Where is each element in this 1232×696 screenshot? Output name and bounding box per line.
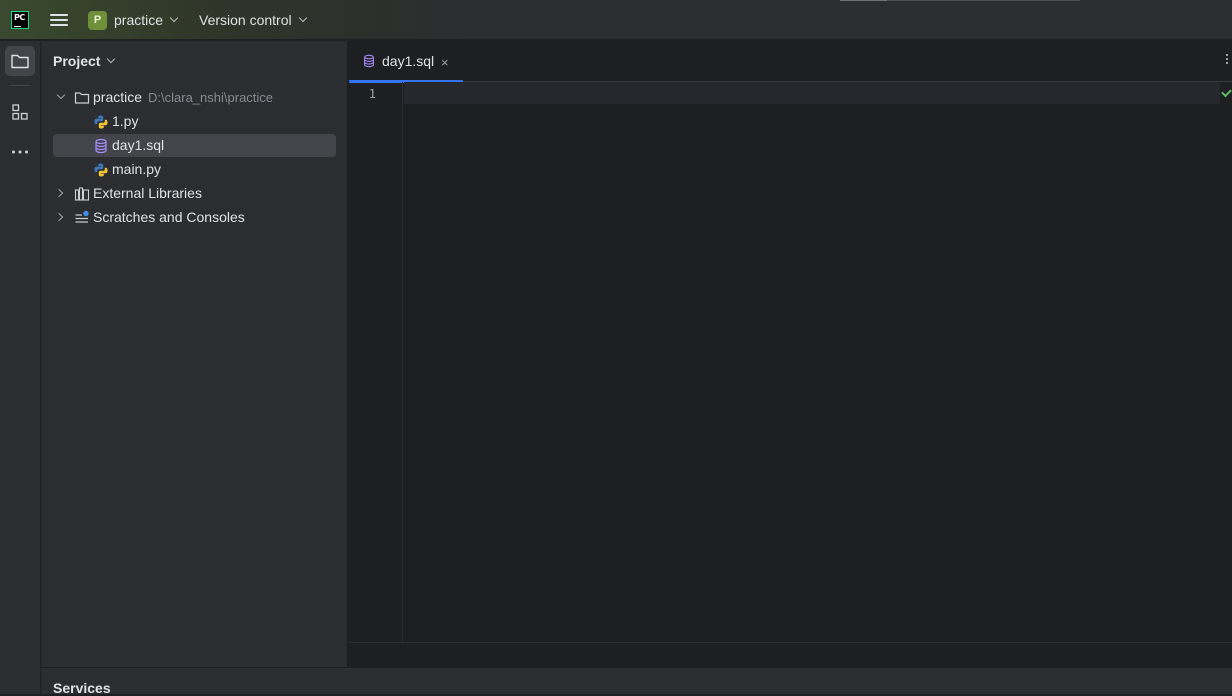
tab-day1sql[interactable]: day1.sql ×	[349, 41, 463, 83]
tab-options-menu[interactable]	[1225, 54, 1229, 68]
chevron-right-icon[interactable]	[54, 188, 64, 198]
tree-item-practice[interactable]: practice D:\clara_nshi\practice	[53, 86, 336, 109]
main-menu-icon[interactable]	[50, 12, 68, 28]
project-tool-window: Project practice D:\clara_nshi\practice 1…	[41, 41, 348, 667]
editor-area: day1.sql × 1	[349, 41, 1232, 667]
folder-path: D:\clara_nshi\practice	[148, 90, 274, 105]
structure-icon	[12, 104, 28, 120]
checkmark-icon[interactable]	[1221, 86, 1232, 98]
services-tool-window: Services	[41, 667, 1232, 696]
tree-item-label: 1.py	[112, 113, 139, 129]
database-icon	[95, 138, 107, 154]
panel-title: Project	[53, 53, 101, 69]
editor-bottom-bar	[349, 642, 1232, 667]
pycharm-logo-icon[interactable]: PC	[11, 11, 29, 29]
tree-item-1py[interactable]: 1.py	[53, 110, 336, 133]
python-file-icon	[94, 163, 108, 177]
title-bar-divider	[840, 0, 887, 1]
tree-item-label: main.py	[112, 161, 162, 177]
tree-item-external-libraries[interactable]: External Libraries	[53, 182, 336, 205]
close-icon[interactable]: ×	[441, 55, 449, 70]
tab-label: day1.sql	[382, 53, 435, 69]
project-switcher[interactable]: P practice	[88, 10, 179, 30]
scratches-icon	[75, 210, 89, 223]
tool-window-strip	[0, 41, 41, 694]
more-horizontal-icon	[12, 150, 28, 154]
tree-item-label: day1.sql	[112, 137, 165, 153]
python-file-icon	[94, 115, 108, 129]
chevron-right-icon[interactable]	[54, 212, 64, 222]
project-tool-button[interactable]	[5, 46, 35, 76]
folder-icon	[74, 92, 90, 104]
project-badge: P	[88, 10, 107, 30]
tree-item-label: practice D:\clara_nshi\practice	[93, 89, 273, 105]
editor-tab-bar: day1.sql ×	[349, 41, 1232, 83]
chevron-down-icon	[298, 13, 307, 23]
chevron-down-icon	[169, 13, 179, 23]
tree-item-mainpy[interactable]: main.py	[53, 158, 336, 181]
tree-item-label: External Libraries	[93, 185, 202, 201]
folder-icon	[11, 54, 29, 69]
chevron-down-icon	[107, 54, 116, 64]
line-gutter: 1	[349, 82, 403, 642]
logo-bar	[14, 26, 21, 27]
more-tools-button[interactable]	[5, 137, 35, 167]
title-bar-divider	[887, 0, 1080, 1]
tree-item-label: Scratches and Consoles	[93, 209, 245, 225]
tree-item-scratches-and-consoles[interactable]: Scratches and Consoles	[53, 206, 336, 229]
chevron-down-icon[interactable]	[56, 90, 66, 100]
title-bar: PC P practice Version control	[0, 0, 1232, 40]
tree-item-day1sql[interactable]: day1.sql	[53, 134, 336, 157]
logo-text: PC	[14, 13, 25, 22]
line-number: 1	[368, 87, 376, 101]
project-view-selector[interactable]: Project	[53, 53, 116, 69]
database-icon	[364, 54, 374, 68]
project-name: practice	[114, 12, 164, 28]
code-editor[interactable]	[404, 82, 1220, 642]
version-control-label: Version control	[199, 12, 292, 28]
structure-tool-button[interactable]	[5, 97, 35, 127]
folder-name: practice	[93, 89, 143, 105]
version-control-menu[interactable]: Version control	[199, 10, 307, 30]
tool-strip-separator	[10, 85, 30, 86]
library-icon	[74, 187, 90, 201]
